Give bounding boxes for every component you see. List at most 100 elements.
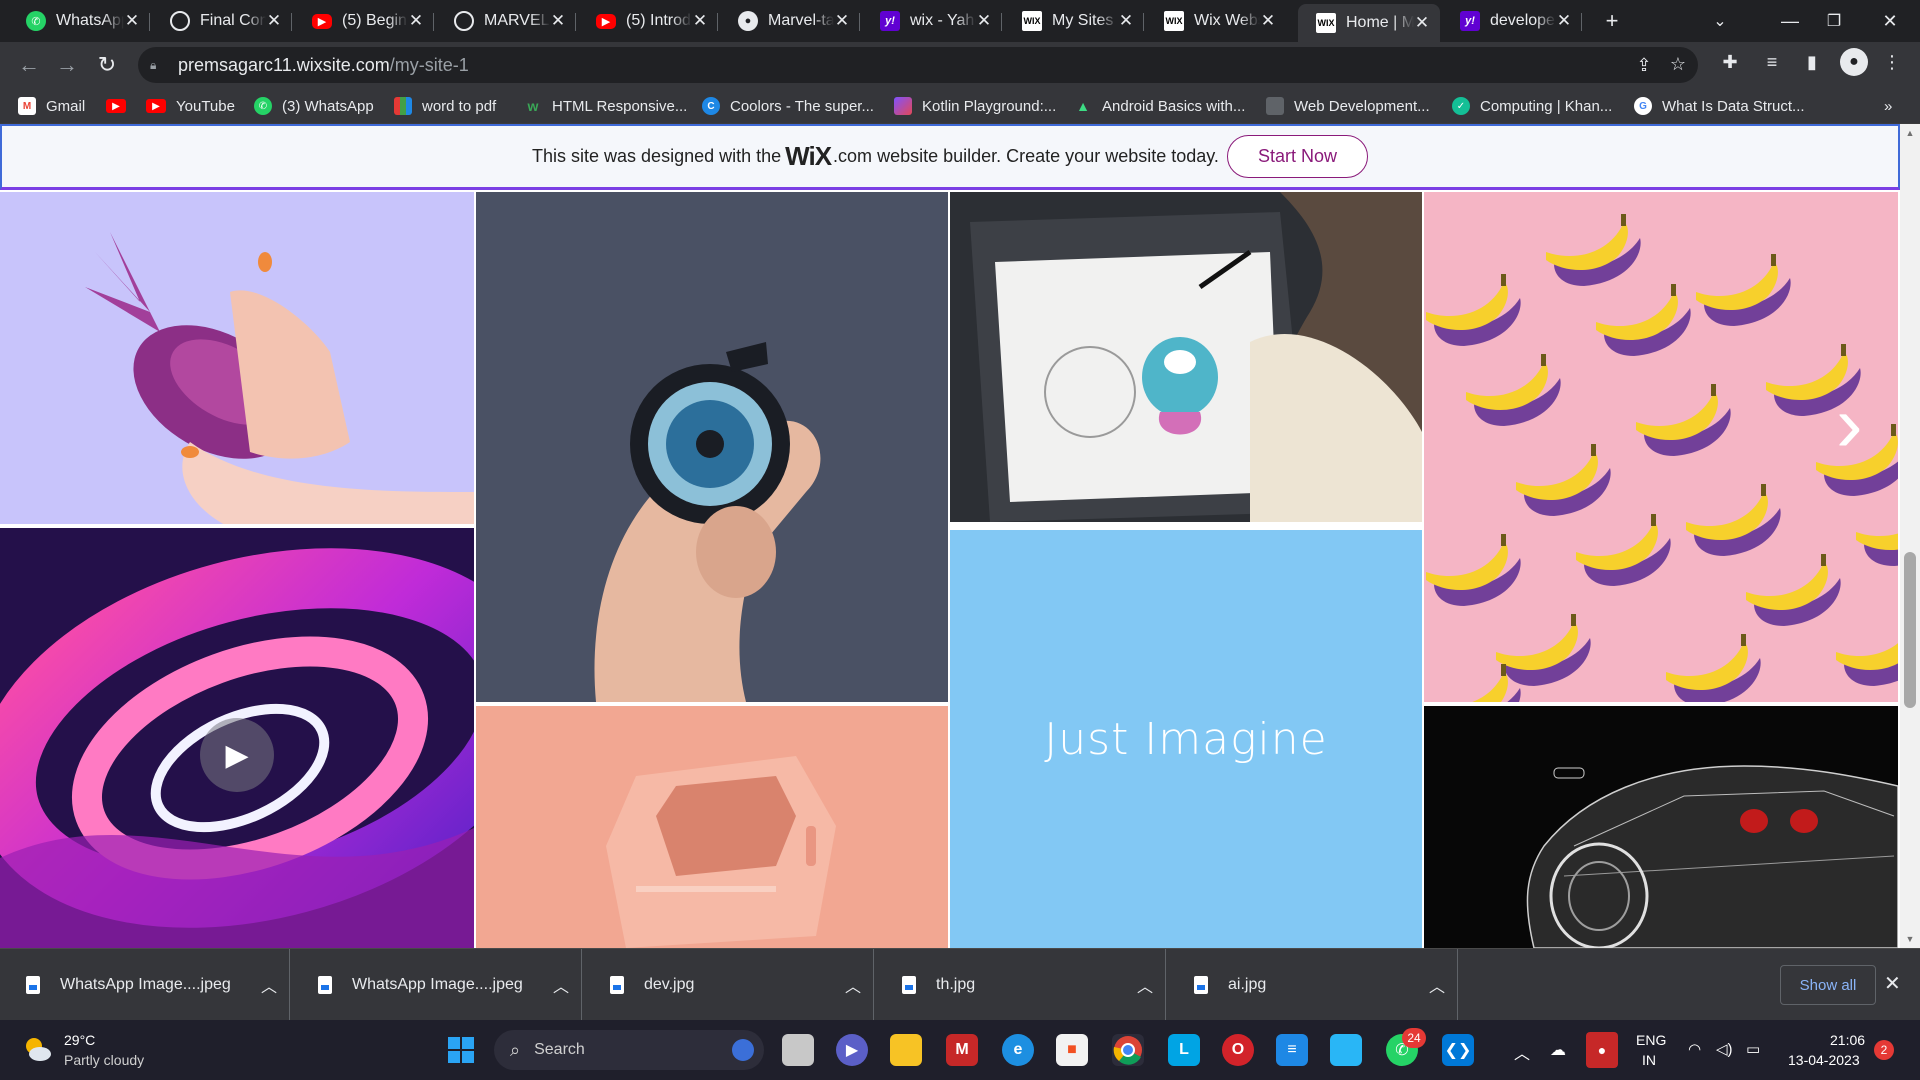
show-all-downloads-button[interactable]: Show all bbox=[1780, 965, 1876, 1005]
back-arrow-icon[interactable]: ← bbox=[14, 50, 44, 80]
chevron-up-icon[interactable]: ︿ bbox=[541, 973, 581, 997]
download-item[interactable]: ai.jpg ︿ bbox=[1168, 949, 1458, 1021]
tab-youtube-beginner[interactable]: ▶ (5) Beginner ✕ bbox=[294, 4, 434, 38]
notepad-icon[interactable]: ≡ bbox=[1276, 1034, 1308, 1066]
side-panel-icon[interactable]: ▮ bbox=[1800, 52, 1824, 73]
launcher-l-icon[interactable]: L bbox=[1168, 1034, 1200, 1066]
wifi-icon[interactable]: ◠ bbox=[1688, 1040, 1701, 1058]
chevron-up-icon[interactable]: ︿ bbox=[833, 973, 873, 997]
microphone-icon[interactable]: ● bbox=[1586, 1032, 1618, 1068]
tab-github[interactable]: ● Marvel-tab ✕ bbox=[720, 4, 860, 38]
weather-partly-cloudy-icon[interactable] bbox=[22, 1034, 52, 1064]
bookmark-html-responsive[interactable]: w HTML Responsive... bbox=[524, 95, 688, 117]
gallery-tile-peach-product[interactable] bbox=[476, 706, 948, 948]
address-bar[interactable]: 🔒︎ premsagarc11.wixsite.com/my-site-1 ⇪ … bbox=[138, 47, 1698, 83]
forward-arrow-icon[interactable]: → bbox=[52, 50, 82, 80]
close-download-shelf-icon[interactable]: ✕ bbox=[1884, 971, 1901, 996]
tab-close-icon[interactable]: ✕ bbox=[124, 11, 140, 31]
gallery-tile-pineapple[interactable] bbox=[0, 192, 474, 524]
gallery-tile-drawing-tablet[interactable] bbox=[950, 192, 1422, 522]
tab-youtube-intro[interactable]: ▶ (5) Introduction ✕ bbox=[578, 4, 718, 38]
language-top[interactable]: ENG bbox=[1636, 1032, 1666, 1048]
bookmark-word-to-pdf[interactable]: word to pdf bbox=[394, 95, 496, 117]
windows-start-icon[interactable] bbox=[445, 1034, 477, 1066]
download-item[interactable]: th.jpg ︿ bbox=[876, 949, 1166, 1021]
close-window-icon[interactable]: ✕ bbox=[1870, 4, 1910, 38]
tab-close-icon[interactable]: ✕ bbox=[976, 11, 992, 31]
task-view-icon[interactable] bbox=[782, 1034, 814, 1066]
minimize-icon[interactable]: — bbox=[1770, 4, 1810, 38]
clock-date[interactable]: 13-04-2023 bbox=[1788, 1052, 1860, 1068]
tab-search-icon[interactable]: ⌄ bbox=[1700, 4, 1740, 38]
tab-close-icon[interactable]: ✕ bbox=[1414, 13, 1430, 33]
edge-icon[interactable]: e bbox=[1002, 1034, 1034, 1066]
notification-count-badge[interactable]: 2 bbox=[1874, 1040, 1894, 1060]
tab-final-commit[interactable]: Final Commit ✕ bbox=[152, 4, 292, 38]
reload-icon[interactable]: ↻ bbox=[92, 50, 122, 80]
file-explorer-icon[interactable] bbox=[890, 1034, 922, 1066]
media-queue-icon[interactable]: ≡ bbox=[1760, 52, 1784, 73]
tab-home-active[interactable]: WIX Home | My Site ✕ bbox=[1298, 4, 1440, 42]
tab-close-icon[interactable]: ✕ bbox=[550, 11, 566, 31]
bookmark-whatsapp[interactable]: ✆ (3) WhatsApp bbox=[254, 95, 374, 117]
tab-close-icon[interactable]: ✕ bbox=[692, 11, 708, 31]
gallery-tile-watch[interactable] bbox=[476, 192, 948, 702]
bookmark-gmail[interactable]: M Gmail bbox=[18, 95, 85, 117]
language-bottom[interactable]: IN bbox=[1642, 1052, 1656, 1068]
battery-icon[interactable]: ▭ bbox=[1746, 1040, 1760, 1058]
bookmarks-overflow-icon[interactable]: » bbox=[1884, 95, 1892, 117]
chrome-icon[interactable] bbox=[1112, 1034, 1144, 1066]
tab-yahoo-wix[interactable]: y! wix - Yahoo ✕ bbox=[862, 4, 1002, 38]
tab-close-icon[interactable]: ✕ bbox=[834, 11, 850, 31]
onedrive-cloud-icon[interactable]: ☁ bbox=[1550, 1040, 1566, 1060]
bookmark-youtube-blank[interactable]: ▶ bbox=[106, 95, 136, 117]
vscode-icon[interactable]: ❮❯ bbox=[1442, 1034, 1474, 1066]
gallery-tile-swirl-video[interactable]: ▶ bbox=[0, 528, 474, 948]
bookmark-data-structures[interactable]: G What Is Data Struct... bbox=[1634, 95, 1805, 117]
share-icon[interactable]: ⇪ bbox=[1632, 55, 1656, 76]
chevron-up-icon[interactable]: ︿ bbox=[1417, 973, 1457, 997]
download-item[interactable]: WhatsApp Image....jpeg ︿ bbox=[0, 949, 290, 1021]
mcafee-icon[interactable]: M bbox=[946, 1034, 978, 1066]
more-menu-icon[interactable]: ⋮ bbox=[1880, 52, 1904, 73]
chevron-up-icon[interactable]: ︿ bbox=[1125, 973, 1165, 997]
bookmark-khan[interactable]: ✓ Computing | Khan... bbox=[1452, 95, 1612, 117]
clock-time[interactable]: 21:06 bbox=[1830, 1032, 1865, 1048]
new-tab-button[interactable]: + bbox=[1592, 4, 1632, 38]
bookmark-web-dev[interactable]: Web Development... bbox=[1266, 95, 1430, 117]
opera-icon[interactable]: O bbox=[1222, 1034, 1254, 1066]
start-now-button[interactable]: Start Now bbox=[1226, 135, 1368, 178]
paint-icon[interactable] bbox=[1330, 1034, 1362, 1066]
scroll-down-arrow-icon[interactable]: ▼ bbox=[1905, 934, 1915, 944]
tab-close-icon[interactable]: ✕ bbox=[266, 11, 282, 31]
bookmark-star-icon[interactable]: ☆ bbox=[1666, 54, 1690, 75]
page-scrollbar[interactable]: ▲ ▼ bbox=[1900, 124, 1920, 948]
gallery-tile-bananas[interactable]: › bbox=[1424, 192, 1898, 702]
tab-close-icon[interactable]: ✕ bbox=[1556, 11, 1572, 31]
tab-whatsapp[interactable]: ✆ WhatsApp ✕ bbox=[8, 4, 150, 38]
volume-icon[interactable]: ◁) bbox=[1716, 1040, 1733, 1058]
microsoft-store-icon[interactable]: ■ bbox=[1056, 1034, 1088, 1066]
tab-wix-website[interactable]: WIX Wix Website ✕ bbox=[1146, 4, 1286, 38]
restore-icon[interactable]: ❐ bbox=[1814, 4, 1854, 38]
download-item[interactable]: dev.jpg ︿ bbox=[584, 949, 874, 1021]
taskbar-search-box[interactable]: ⌕ Search bbox=[494, 1030, 764, 1070]
tray-overflow-chevron-icon[interactable]: ︿ bbox=[1514, 1040, 1530, 1064]
tab-my-sites[interactable]: WIX My Sites | Wix ✕ bbox=[1004, 4, 1144, 38]
scroll-up-arrow-icon[interactable]: ▲ bbox=[1905, 128, 1915, 138]
bookmark-android[interactable]: ▲ Android Basics with... bbox=[1074, 95, 1245, 117]
tab-developer[interactable]: y! developer ✕ bbox=[1442, 4, 1582, 38]
wix-logo[interactable]: WiX bbox=[785, 141, 832, 172]
profile-avatar-icon[interactable]: ● bbox=[1840, 48, 1868, 76]
download-item[interactable]: WhatsApp Image....jpeg ︿ bbox=[292, 949, 582, 1021]
extensions-icon[interactable]: ✚ bbox=[1718, 52, 1742, 73]
teams-chat-icon[interactable]: ▶ bbox=[836, 1034, 868, 1066]
bookmark-kotlin[interactable]: Kotlin Playground:... bbox=[894, 95, 1056, 117]
tab-marvel[interactable]: MARVEL ✕ bbox=[436, 4, 576, 38]
chevron-up-icon[interactable]: ︿ bbox=[249, 973, 289, 997]
scrollbar-thumb[interactable] bbox=[1904, 552, 1916, 708]
bookmark-youtube[interactable]: ▶ YouTube bbox=[146, 95, 235, 117]
tab-close-icon[interactable]: ✕ bbox=[1260, 11, 1276, 31]
tab-close-icon[interactable]: ✕ bbox=[408, 11, 424, 31]
gallery-tile-wireframe-car[interactable] bbox=[1424, 706, 1898, 948]
